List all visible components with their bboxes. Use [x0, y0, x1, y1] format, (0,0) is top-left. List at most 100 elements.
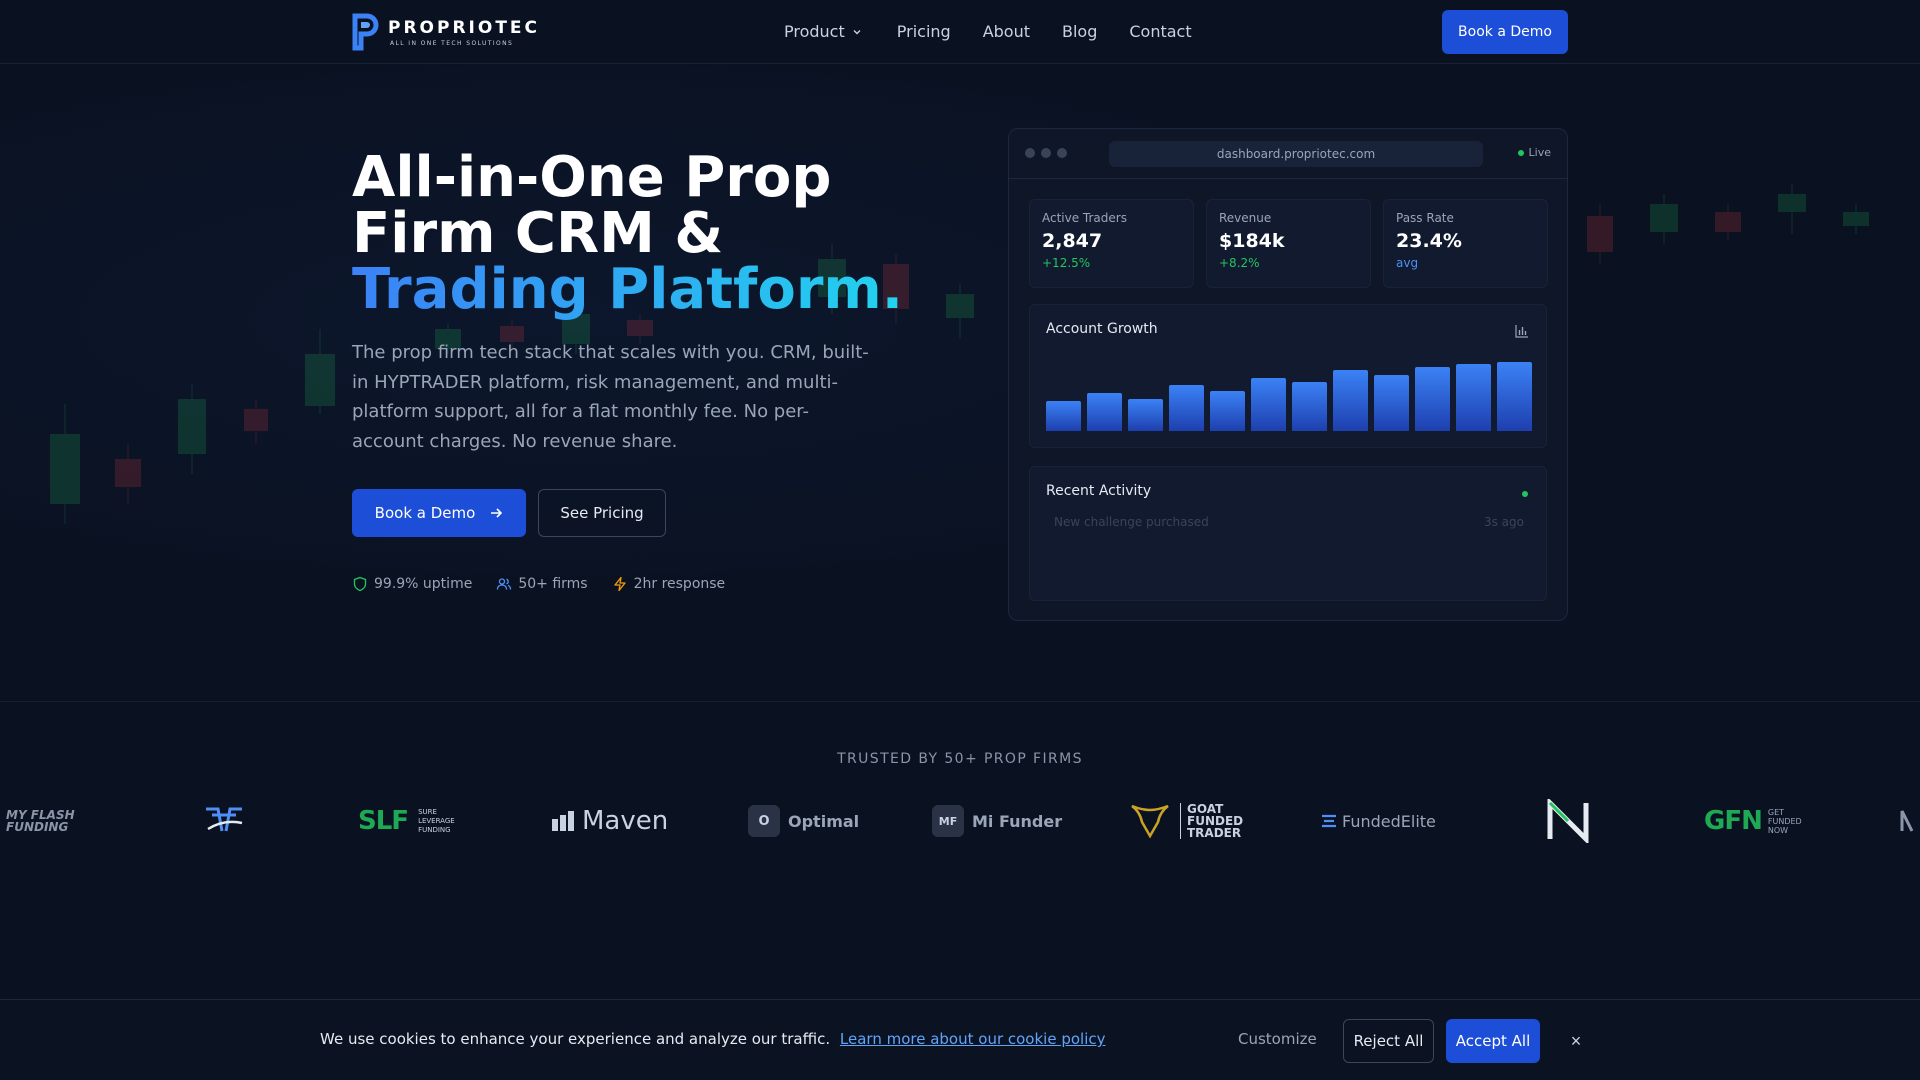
- fundedelite-logo-icon: [1322, 814, 1336, 828]
- partner-logo-mi-funder: MF Mi Funder: [932, 796, 1072, 846]
- goat-logo-icon: [1131, 804, 1169, 839]
- bolt-icon: [613, 576, 626, 592]
- account-growth-title: Account Growth: [1046, 321, 1158, 337]
- recent-activity-title: Recent Activity: [1046, 483, 1152, 499]
- nav-book-demo-button[interactable]: Book a Demo: [1442, 10, 1568, 54]
- recent-activity-panel: Recent Activity New challenge purchased …: [1029, 466, 1547, 601]
- hero-description: The prop firm tech stack that scales wit…: [352, 342, 869, 452]
- growth-bar: [1210, 391, 1245, 431]
- kpi-label: Pass Rate: [1396, 211, 1454, 225]
- growth-bar: [1128, 399, 1163, 431]
- cookie-policy-link[interactable]: Learn more about our cookie policy: [840, 1030, 1106, 1048]
- kpi-value: 2,847: [1042, 230, 1103, 252]
- window-dot: [1041, 148, 1051, 158]
- growth-bar: [1292, 382, 1327, 431]
- window-dot: [1057, 148, 1067, 158]
- hero-title-highlight: Trading Platform.: [352, 257, 904, 322]
- n-logo-icon: [1547, 799, 1589, 843]
- growth-bar: [1169, 385, 1204, 431]
- wings-logo-icon: [206, 807, 243, 832]
- window-dot: [1025, 148, 1035, 158]
- hero-book-demo-button[interactable]: Book a Demo: [352, 489, 526, 537]
- kpi-active-traders: Active Traders 2,847 +12.5%: [1029, 199, 1194, 288]
- stat-response: 2hr response: [612, 576, 726, 592]
- kpi-change: avg: [1396, 256, 1419, 270]
- live-label: Live: [1528, 146, 1551, 159]
- activity-item: New challenge purchased 3s ago: [1054, 515, 1524, 529]
- trusted-by-label: TRUSTED BY 50+ PROP FIRMS: [837, 751, 1083, 767]
- partner-logo-my-flash-funding: MY FLASH FUNDING: [0, 796, 90, 846]
- hero-see-pricing-button[interactable]: See Pricing: [538, 489, 666, 537]
- activity-item-time: 3s ago: [1483, 515, 1524, 529]
- cookie-accept-all-button[interactable]: Accept All: [1446, 1019, 1540, 1063]
- partial-logo-icon: [1900, 810, 1914, 832]
- partner-logo-n-mark: [1546, 796, 1592, 846]
- maven-logo-icon: [552, 811, 574, 831]
- growth-bar: [1374, 375, 1409, 431]
- growth-bar: [1415, 367, 1450, 431]
- nav-link-contact[interactable]: Contact: [1129, 20, 1191, 44]
- partner-logo-name: SLF: [358, 806, 409, 836]
- activity-status-dot-icon: [1522, 491, 1528, 497]
- partner-logo-name: Maven: [582, 806, 669, 836]
- partner-logo-name: GFN: [1704, 806, 1763, 836]
- cookie-banner: We use cookies to enhance your experienc…: [0, 999, 1920, 1080]
- partner-logo-fundedelite: FundedElite: [1320, 796, 1440, 846]
- bar-chart-icon: [1515, 325, 1528, 338]
- growth-bar: [1087, 393, 1122, 431]
- account-growth-bars: [1046, 357, 1532, 431]
- shield-icon: [353, 576, 367, 592]
- hero-stats: 99.9% uptime 50+ firms 2hr response: [352, 576, 725, 592]
- partner-logo-subtitle: SURE LEVERAGE FUNDING: [418, 807, 455, 834]
- kpi-change: +12.5%: [1042, 256, 1091, 270]
- dashboard-browser-bar: dashboard.propriotec.com Live: [1009, 129, 1567, 179]
- stat-firms-label: 50+ firms: [518, 576, 588, 592]
- kpi-value: 23.4%: [1396, 230, 1462, 252]
- cookie-message: We use cookies to enhance your experienc…: [320, 1030, 1106, 1048]
- partner-logo-name: Mi Funder: [972, 811, 1063, 831]
- stat-uptime: 99.9% uptime: [352, 576, 472, 592]
- cookie-message-text: We use cookies to enhance your experienc…: [320, 1030, 831, 1048]
- partner-logo-subtitle: GET FUNDED NOW: [1767, 807, 1802, 835]
- partner-logo-partial: [1900, 796, 1920, 846]
- account-growth-panel: Account Growth: [1029, 304, 1547, 448]
- nav-link-product[interactable]: Product: [784, 20, 863, 44]
- growth-bar: [1046, 401, 1081, 431]
- cookie-reject-all-button[interactable]: Reject All: [1343, 1019, 1434, 1063]
- growth-bar: [1251, 378, 1286, 431]
- kpi-change: +8.2%: [1219, 256, 1260, 270]
- stat-response-label: 2hr response: [633, 576, 726, 592]
- partner-logo-badge: O: [748, 805, 780, 837]
- partner-logo-goat-funded-trader: GOAT FUNDED TRADER: [1128, 796, 1258, 846]
- nav-link-pricing[interactable]: Pricing: [897, 20, 951, 44]
- live-indicator: Live: [1517, 146, 1551, 159]
- users-icon: [497, 578, 512, 590]
- partner-logos: MY FLASH FUNDING SLF SURE LEVERAGE FUNDI…: [0, 796, 1920, 846]
- logo-name: PROPRIOTEC: [388, 17, 541, 38]
- section-divider: [0, 701, 1920, 702]
- partner-logo-name: FundedElite: [1342, 811, 1436, 831]
- kpi-cards: Active Traders 2,847 +12.5% Revenue $184…: [1029, 199, 1548, 288]
- nav-link-about[interactable]: About: [983, 20, 1030, 44]
- stat-firms: 50+ firms: [496, 576, 588, 592]
- kpi-value: $184k: [1219, 230, 1285, 252]
- partner-logo-name: Optimal: [788, 811, 860, 831]
- growth-bar: [1456, 364, 1491, 431]
- partner-logo-name: MY FLASH FUNDING: [6, 808, 75, 834]
- dashboard-preview: dashboard.propriotec.com Live Active Tra…: [1008, 128, 1568, 621]
- close-icon[interactable]: ×: [1568, 1031, 1584, 1051]
- dashboard-url: dashboard.propriotec.com: [1109, 141, 1483, 167]
- propriotec-logo[interactable]: PROPRIOTEC ALL IN ONE TECH SOLUTIONS: [352, 12, 542, 52]
- hero-title: All-in-One Prop Firm CRM & Trading Platf…: [352, 150, 972, 318]
- arrow-right-icon: [491, 508, 503, 518]
- kpi-label: Revenue: [1219, 211, 1272, 225]
- nav-link-product-label: Product: [784, 22, 845, 41]
- top-navigation: PROPRIOTEC ALL IN ONE TECH SOLUTIONS Pro…: [0, 0, 1920, 64]
- activity-item-text: New challenge purchased: [1054, 515, 1209, 529]
- window-dots: [1025, 148, 1067, 158]
- partner-logo-slf: SLF SURE LEVERAGE FUNDING: [358, 796, 478, 846]
- nav-links: Product Pricing About Blog Contact: [784, 20, 1192, 44]
- chevron-down-icon: [853, 30, 861, 35]
- cookie-customize-button[interactable]: Customize: [1238, 1030, 1317, 1048]
- nav-link-blog[interactable]: Blog: [1062, 20, 1097, 44]
